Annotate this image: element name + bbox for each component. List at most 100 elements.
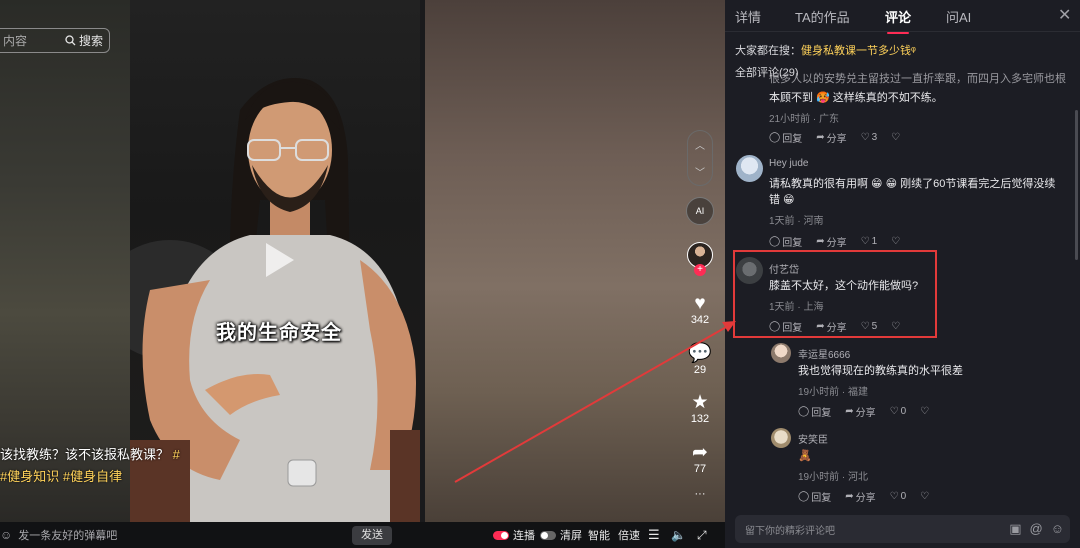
trending-search[interactable]: 大家都在搜：健身私教课一节多少钱ᵠ bbox=[735, 42, 916, 58]
danmu-input[interactable]: ☺ 发一条友好的弹幕吧 bbox=[0, 525, 390, 545]
reply-icon: ◯ bbox=[769, 321, 781, 332]
favorite-button[interactable]: ★ 132 bbox=[680, 393, 720, 426]
reply-label: 回复 bbox=[782, 238, 803, 249]
comment-meta: 1天前 · 河南 bbox=[769, 216, 824, 227]
reply-icon: ◯ bbox=[769, 236, 781, 247]
comment-button[interactable]: 💬 29 bbox=[680, 343, 720, 377]
share-button[interactable]: ➦ 分享 bbox=[816, 130, 846, 145]
reply-label: 回复 bbox=[782, 323, 803, 334]
video-player[interactable]: 内容 搜索 我的生命安全 该找教练？该不该报私教课？ # #健身知识 #健身自律… bbox=[0, 0, 725, 548]
like-count: 5 bbox=[871, 321, 878, 332]
comment-author[interactable]: 付艺岱 bbox=[769, 261, 799, 276]
share-count: 77 bbox=[693, 463, 707, 475]
smart-button[interactable]: 智能 bbox=[588, 522, 610, 548]
trending-keyword[interactable]: 健身私教课一节多少钱 bbox=[801, 45, 911, 57]
comment-bubble-icon: 💬 bbox=[688, 343, 712, 364]
hashtag[interactable]: #健身知识 bbox=[0, 469, 59, 484]
like-button[interactable]: ♡ 5 bbox=[861, 319, 878, 334]
like-button[interactable]: ♥ 342 bbox=[680, 294, 720, 327]
reply-button[interactable]: ◯ 回复 bbox=[769, 319, 802, 334]
share-button[interactable]: ➦ 77 bbox=[680, 443, 720, 476]
close-icon[interactable]: ✕ bbox=[1058, 5, 1071, 25]
share-button[interactable]: ➦ 分享 bbox=[845, 404, 875, 419]
fullscreen-icon[interactable]: ⤢ bbox=[697, 522, 707, 548]
dislike-icon[interactable]: ♡ bbox=[920, 489, 929, 504]
comment-text: 本顾不到 🥵 这样练真的不如不练。 bbox=[769, 92, 943, 104]
dislike-icon[interactable]: ♡ bbox=[891, 319, 900, 334]
chevron-up-icon[interactable]: ︿ bbox=[695, 137, 705, 152]
reply-icon: ◯ bbox=[769, 132, 781, 143]
reply-meta: 19小时前 · 河北 bbox=[798, 472, 869, 483]
search-input[interactable]: 内容 搜索 bbox=[0, 28, 110, 53]
hashtag[interactable]: # bbox=[173, 447, 180, 462]
share-icon: ➦ bbox=[816, 132, 825, 143]
tab-details[interactable]: 详情 bbox=[735, 7, 761, 26]
reply-author[interactable]: 安笑臣 bbox=[798, 431, 828, 446]
danmu-placeholder: 发一条友好的弹幕吧 bbox=[18, 530, 118, 542]
heart-outline-icon: ♡ bbox=[860, 321, 870, 332]
tab-ask-ai[interactable]: 问AI bbox=[946, 7, 971, 26]
reply-icon: ◯ bbox=[798, 491, 810, 502]
heart-outline-icon: ♡ bbox=[860, 236, 870, 247]
like-button[interactable]: ♡ 0 bbox=[890, 404, 907, 419]
comment-text: 请私教真的很有用啊 😁 😁 刚续了60节课看完之后觉得没续 bbox=[769, 178, 1056, 190]
tab-works[interactable]: TA的作品 bbox=[795, 7, 850, 26]
like-button[interactable]: ♡ 1 bbox=[861, 234, 878, 249]
hashtag[interactable]: #健身自律 bbox=[63, 469, 122, 484]
ai-assistant-button[interactable]: AI bbox=[686, 197, 714, 225]
danmu-send-button[interactable]: 发送 bbox=[352, 526, 392, 545]
comment-input[interactable]: 留下你的精彩评论吧 ▣ @ ☺ bbox=[735, 515, 1070, 543]
reply-button[interactable]: ◯ 回复 bbox=[769, 234, 802, 249]
more-button[interactable]: ··· bbox=[680, 488, 720, 500]
like-count: 3 bbox=[871, 132, 878, 143]
avatar[interactable] bbox=[736, 155, 763, 182]
share-icon: ➦ bbox=[845, 406, 854, 417]
image-icon[interactable]: ▣ bbox=[1009, 521, 1021, 537]
share-button[interactable]: ➦ 分享 bbox=[845, 489, 875, 504]
reply-meta: 19小时前 · 福建 bbox=[798, 387, 869, 398]
like-count: 342 bbox=[690, 314, 710, 326]
reply-button[interactable]: ◯ 回复 bbox=[798, 404, 831, 419]
like-count: 0 bbox=[900, 406, 907, 417]
avatar[interactable] bbox=[771, 428, 791, 448]
reply-button[interactable]: ◯ 回复 bbox=[798, 489, 831, 504]
reply-button[interactable]: ◯ 回复 bbox=[769, 130, 802, 145]
play-icon[interactable] bbox=[266, 243, 294, 277]
like-button[interactable]: ♡ 0 bbox=[890, 489, 907, 504]
share-label: 分享 bbox=[826, 134, 847, 145]
reply-icon: ◯ bbox=[798, 406, 810, 417]
share-button[interactable]: ➦ 分享 bbox=[816, 234, 846, 249]
dislike-icon[interactable]: ♡ bbox=[891, 130, 900, 145]
comment-count: 29 bbox=[693, 364, 707, 376]
clear-screen-toggle[interactable]: 清屏 bbox=[540, 522, 582, 548]
follow-button[interactable]: + bbox=[694, 264, 706, 276]
reply-label: 回复 bbox=[811, 493, 832, 504]
avatar[interactable] bbox=[771, 343, 791, 363]
scrollbar[interactable] bbox=[1075, 110, 1078, 260]
reply-author[interactable]: 幸运星6666 bbox=[798, 346, 850, 361]
comment-actions: ◯ 回复 ➦ 分享 ♡ 3 ♡ bbox=[769, 130, 900, 145]
avatar[interactable] bbox=[736, 257, 763, 284]
emoji-icon[interactable]: ☺ bbox=[1051, 521, 1064, 537]
toggle-switch-off bbox=[540, 530, 556, 540]
playlist-icon[interactable]: ☰ bbox=[648, 522, 660, 548]
search-button[interactable]: 搜索 bbox=[65, 32, 103, 49]
chevron-down-icon[interactable]: ﹀ bbox=[695, 164, 705, 179]
comment-text: 很多人以的安势兑主留技过一直折率跟，而四月入多宅师也根 bbox=[769, 73, 1066, 85]
dislike-icon[interactable]: ♡ bbox=[891, 234, 900, 249]
comment-author[interactable]: Hey jude bbox=[769, 158, 808, 169]
mention-icon[interactable]: @ bbox=[1030, 521, 1043, 537]
danmu-toggle-icon[interactable]: ☺ bbox=[0, 528, 12, 542]
like-button[interactable]: ♡ 3 bbox=[861, 130, 878, 145]
share-button[interactable]: ➦ 分享 bbox=[816, 319, 846, 334]
heart-outline-icon: ♡ bbox=[889, 491, 899, 502]
dislike-icon[interactable]: ♡ bbox=[920, 404, 929, 419]
share-icon: ➦ bbox=[816, 236, 825, 247]
video-nav-pill[interactable]: ︿ ﹀ bbox=[687, 130, 713, 186]
volume-icon[interactable]: 🔈 bbox=[671, 522, 686, 548]
tab-comments[interactable]: 评论 bbox=[885, 7, 911, 34]
reply-label: 回复 bbox=[811, 408, 832, 419]
speed-button[interactable]: 倍速 bbox=[618, 522, 640, 548]
reply-text: 🧸 bbox=[798, 450, 812, 462]
autoplay-toggle[interactable]: 连播 bbox=[493, 522, 535, 548]
